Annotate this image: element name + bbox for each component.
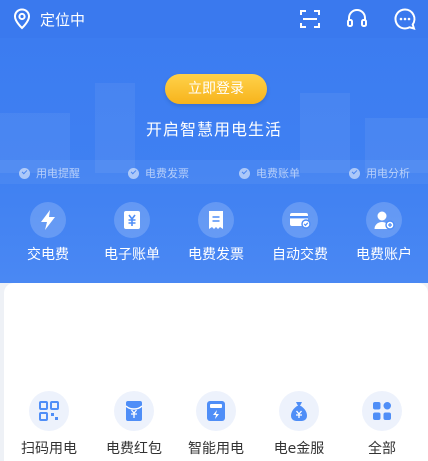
lightning-icon: [41, 210, 55, 230]
feature-item: 用电提醒: [19, 165, 80, 181]
quick-action-auto-pay[interactable]: 自动交费: [260, 202, 340, 264]
slogan-text: 开启智慧用电生活: [145, 120, 282, 139]
red-packet-icon: [125, 401, 143, 421]
quick-action-e-bill[interactable]: 电子账单: [92, 202, 172, 264]
service-red-packet[interactable]: 电费红包: [94, 391, 174, 458]
service-e-finance[interactable]: 电e金服: [259, 391, 339, 458]
check-icon: [239, 167, 250, 179]
check-icon: [19, 167, 30, 179]
quick-action-invoice[interactable]: 电费发票: [176, 202, 256, 264]
message-icon[interactable]: [393, 7, 417, 31]
check-icon: [128, 167, 139, 179]
top-bar: 定位中: [0, 0, 428, 38]
qr-code-icon: [39, 401, 59, 421]
login-button[interactable]: 立即登录: [165, 74, 267, 104]
service-smart-electricity[interactable]: 智能用电: [176, 391, 256, 458]
money-bag-icon: [291, 402, 307, 421]
card-check-icon: [290, 213, 311, 229]
scan-icon[interactable]: [298, 7, 322, 31]
feature-strip: 用电提醒 电费发票 电费账单 用电分析: [0, 160, 428, 184]
headset-icon[interactable]: [345, 7, 369, 31]
service-all[interactable]: 全部: [342, 391, 422, 458]
hero-banner: 定位中 立即登录 开启智慧用电生活 用电提醒 电费发票 电费账单 用电分析 交电…: [0, 0, 428, 283]
location-text: 定位中: [40, 10, 86, 29]
feature-item: 电费账单: [239, 165, 300, 181]
feature-item: 电费发票: [128, 165, 189, 181]
invoice-icon: [209, 211, 223, 229]
grid-all-icon: [373, 402, 391, 420]
service-scan-electricity[interactable]: 扫码用电: [9, 391, 89, 458]
location-pin-icon: [13, 8, 31, 30]
user-account-icon: [374, 211, 395, 230]
check-icon: [349, 167, 360, 179]
location-selector[interactable]: 定位中: [12, 8, 85, 30]
feature-item: 用电分析: [349, 165, 410, 181]
smart-meter-icon: [207, 401, 225, 421]
quick-action-account[interactable]: 电费账户: [344, 202, 424, 264]
quick-action-pay-bill[interactable]: 交电费: [8, 202, 88, 264]
yuan-bill-icon: [124, 211, 140, 229]
